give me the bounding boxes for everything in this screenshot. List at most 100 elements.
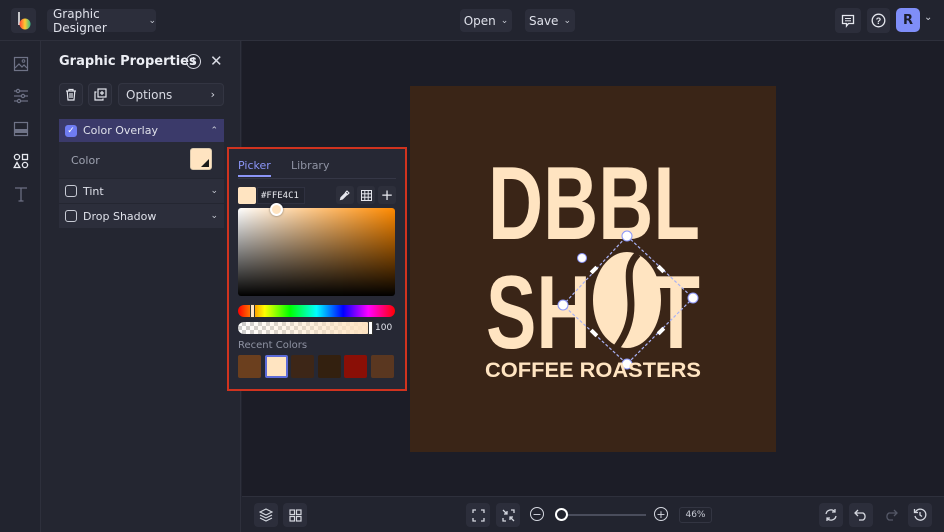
tint-checkbox[interactable] <box>65 185 77 197</box>
color-overlay-section-header[interactable]: ✓ Color Overlay ⌃ <box>59 119 224 142</box>
save-label: Save <box>528 13 559 28</box>
color-overlay-label: Color Overlay <box>83 124 158 137</box>
resize-handle[interactable] <box>557 299 569 311</box>
chevron-down-icon: ⌄ <box>210 186 218 196</box>
zoom-percentage[interactable]: 46% <box>679 507 712 523</box>
grid-view-button[interactable] <box>283 503 307 527</box>
current-color-swatch <box>238 187 256 204</box>
recent-color-swatch[interactable] <box>238 355 261 378</box>
saturation-value-area[interactable] <box>238 208 395 296</box>
zoom-slider-track[interactable] <box>556 514 646 516</box>
layers-icon <box>259 508 273 522</box>
sliders-icon <box>13 88 28 103</box>
open-button[interactable]: Open ⌄ <box>460 9 512 32</box>
rail-text-button[interactable] <box>10 183 31 204</box>
chevron-down-icon[interactable]: ⌄ <box>924 12 932 23</box>
tab-library[interactable]: Library <box>291 159 329 172</box>
chevron-down-icon: ⌄ <box>210 211 218 221</box>
rail-layout-button[interactable] <box>10 118 31 139</box>
chevron-right-icon: › <box>210 88 215 101</box>
resize-handle[interactable] <box>621 230 633 242</box>
zoom-in-button[interactable]: + <box>654 507 668 521</box>
feedback-button[interactable] <box>835 8 861 33</box>
plus-icon: + <box>656 507 666 521</box>
recent-colors-label: Recent Colors <box>238 340 308 351</box>
duplicate-icon <box>93 88 107 101</box>
chevron-down-icon: ⌄ <box>500 15 509 26</box>
user-avatar[interactable]: R <box>896 8 920 32</box>
options-button[interactable]: Options › <box>118 83 224 106</box>
open-label: Open <box>463 13 496 28</box>
grid-icon <box>288 508 302 522</box>
app-mode-dropdown[interactable]: Graphic Designer ⌄ <box>47 6 156 35</box>
resize-handle[interactable] <box>687 292 699 304</box>
rotate-handle[interactable] <box>577 253 587 263</box>
alpha-value[interactable]: 100 <box>375 323 392 333</box>
plus-icon: + <box>380 186 394 204</box>
recent-color-swatch[interactable] <box>370 355 394 378</box>
help-button[interactable]: ? <box>867 8 890 33</box>
layout-icon <box>13 121 28 136</box>
alpha-handle[interactable] <box>368 321 373 335</box>
hue-slider[interactable] <box>238 305 395 317</box>
recent-color-swatch[interactable] <box>264 355 288 378</box>
app-logo[interactable] <box>11 8 36 33</box>
history-button[interactable] <box>908 503 932 527</box>
redo-button[interactable] <box>879 503 903 527</box>
add-color-button[interactable]: + <box>378 186 396 204</box>
saturation-handle[interactable] <box>270 203 283 216</box>
refresh-button[interactable] <box>819 503 843 527</box>
graphic-properties-panel: Graphic Properties i ✕ Options › ✓ Color… <box>41 41 241 532</box>
drop-shadow-checkbox[interactable] <box>65 210 77 222</box>
zoom-slider-thumb[interactable] <box>554 508 568 521</box>
eyedropper-button[interactable] <box>336 186 354 204</box>
hex-input[interactable]: #FFE4C1 <box>257 187 305 204</box>
shrink-icon <box>501 508 515 522</box>
minus-icon: − <box>532 507 542 521</box>
svg-text:?: ? <box>876 16 882 26</box>
save-button[interactable]: Save ⌄ <box>525 9 575 32</box>
info-icon[interactable]: i <box>186 54 201 69</box>
history-icon <box>913 508 927 521</box>
drop-shadow-label: Drop Shadow <box>83 209 157 223</box>
rail-image-button[interactable] <box>10 53 31 74</box>
recent-color-swatch[interactable] <box>317 355 341 378</box>
artboard[interactable]: DBBL SH T COFFEE ROASTERS <box>410 86 776 452</box>
color-overlay-checkbox[interactable]: ✓ <box>65 124 77 137</box>
headline-line2-left: SH <box>486 255 591 371</box>
coffee-bean-graphic[interactable] <box>593 251 661 351</box>
zoom-out-button[interactable]: − <box>530 507 544 521</box>
close-icon[interactable]: ✕ <box>210 52 223 70</box>
layers-button[interactable] <box>254 503 278 527</box>
tint-section-header[interactable]: Tint ⌄ <box>59 179 224 203</box>
edge-handle[interactable] <box>589 328 599 338</box>
undo-icon <box>854 509 866 521</box>
headline-line1: DBBL <box>488 146 700 262</box>
undo-button[interactable] <box>849 503 873 527</box>
hue-handle[interactable] <box>250 304 255 318</box>
logo-icon <box>17 11 30 29</box>
drop-shadow-section-header[interactable]: Drop Shadow ⌄ <box>59 204 224 228</box>
text-icon <box>14 186 27 202</box>
rail-graphics-button[interactable] <box>10 150 31 171</box>
duplicate-button[interactable] <box>88 83 112 106</box>
alpha-slider[interactable] <box>238 322 372 334</box>
rail-adjust-button[interactable] <box>10 85 31 106</box>
fit-to-screen-button[interactable] <box>466 503 490 527</box>
delete-button[interactable] <box>59 83 83 106</box>
palette-grid-button[interactable] <box>357 186 375 204</box>
recent-color-swatch[interactable] <box>344 355 367 378</box>
options-label: Options <box>126 87 173 102</box>
tab-picker[interactable]: Picker <box>238 159 271 177</box>
recent-color-swatch[interactable] <box>291 355 314 378</box>
logo-artwork: DBBL SH T COFFEE ROASTERS <box>485 146 701 382</box>
panel-title: Graphic Properties <box>59 54 197 69</box>
help-icon: ? <box>871 13 886 28</box>
edge-handle[interactable] <box>589 265 599 275</box>
chevron-down-icon: ⌄ <box>148 15 156 26</box>
actual-size-button[interactable] <box>496 503 520 527</box>
chevron-down-icon: ⌄ <box>563 15 571 26</box>
overlay-color-swatch[interactable] <box>190 148 212 170</box>
color-overlay-color-row: Color <box>59 142 224 178</box>
app-mode-label: Graphic Designer <box>53 6 107 35</box>
